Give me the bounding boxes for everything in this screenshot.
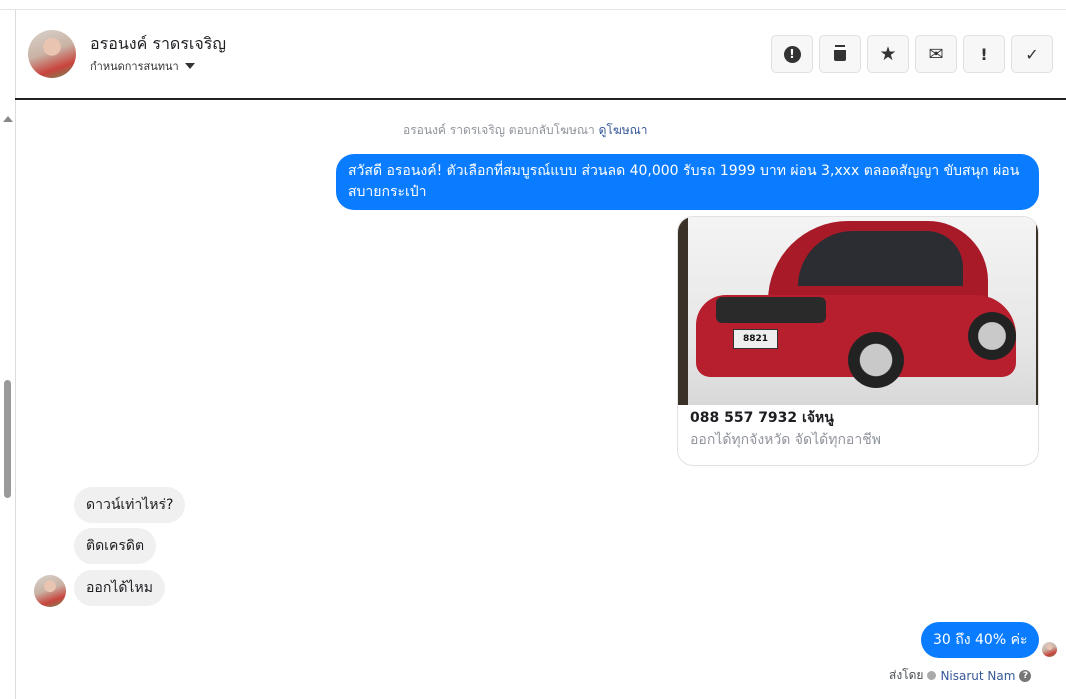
verified-icon bbox=[927, 671, 937, 680]
avatar[interactable] bbox=[28, 30, 76, 78]
caret-down-icon bbox=[184, 63, 195, 69]
sent-by-label: ส่งโดย bbox=[889, 668, 924, 682]
check-icon: ✓ bbox=[1025, 44, 1039, 64]
message-incoming: ดาวน์เท่าไหร่? bbox=[74, 487, 186, 523]
notice-text: อรอนงค์ ราดรเจริญ ตอบกลับโฆษณา bbox=[403, 123, 599, 137]
delete-button[interactable] bbox=[819, 35, 861, 73]
scroll-up-arrow-icon[interactable] bbox=[3, 116, 13, 122]
message-incoming: ติดเครดิต bbox=[74, 528, 157, 564]
header-divider bbox=[15, 98, 1066, 100]
message-outgoing-reply: 30 ถึง 40% ค่ะ bbox=[921, 622, 1040, 658]
schedule-label: กำหนดการสนทนา bbox=[90, 60, 179, 73]
sender-avatar bbox=[34, 575, 66, 607]
important-icon: ! bbox=[980, 44, 988, 64]
mark-done-button[interactable]: ✓ bbox=[1011, 35, 1053, 73]
star-button[interactable]: ★ bbox=[867, 35, 909, 73]
conversation-schedule-dropdown[interactable]: กำหนดการสนทนา bbox=[90, 57, 195, 75]
seen-avatar bbox=[1042, 642, 1057, 657]
sender-name[interactable]: Nisarut Nam bbox=[940, 669, 1015, 683]
license-plate: 8821 bbox=[733, 329, 778, 349]
ad-card-subtitle: ออกได้ทุกจังหวัด จัดได้ทุกอาชีพ bbox=[690, 432, 881, 448]
mail-icon: ✉ bbox=[928, 43, 944, 65]
contact-name[interactable]: อรอนงค์ ราดรเจริญ bbox=[90, 32, 226, 57]
ad-reply-notice: อรอนงค์ ราดรเจริญ ตอบกลับโฆษณา ดูโฆษณา bbox=[403, 121, 648, 140]
scrollbar-thumb[interactable] bbox=[4, 380, 11, 498]
ad-card-title: 088 557 7932 เจ้หนู bbox=[690, 410, 834, 426]
star-icon: ★ bbox=[879, 43, 897, 65]
action-toolbar: ! ★ ✉ ! ✓ bbox=[771, 35, 1053, 73]
message-outgoing-ad: สวัสดี อรอนงค์! ตัวเลือกที่สมบูรณ์แบบ ส่… bbox=[336, 154, 1039, 210]
sent-by: ส่งโดย Nisarut Nam ? bbox=[889, 666, 1032, 685]
mark-unread-button[interactable]: ✉ bbox=[915, 35, 957, 73]
report-icon: ! bbox=[783, 45, 801, 63]
left-divider bbox=[15, 10, 16, 699]
important-button[interactable]: ! bbox=[963, 35, 1005, 73]
top-divider bbox=[0, 9, 1066, 10]
ad-card[interactable]: 8821 088 557 7932 เจ้หนู ออกได้ทุกจังหวั… bbox=[677, 216, 1039, 466]
message-incoming: ออกได้ไหม bbox=[74, 570, 165, 606]
help-icon[interactable]: ? bbox=[1019, 669, 1032, 682]
trash-icon bbox=[834, 47, 846, 61]
view-ad-link[interactable]: ดูโฆษณา bbox=[599, 123, 648, 137]
car-image: 8821 bbox=[678, 217, 1038, 405]
report-button[interactable]: ! bbox=[771, 35, 813, 73]
